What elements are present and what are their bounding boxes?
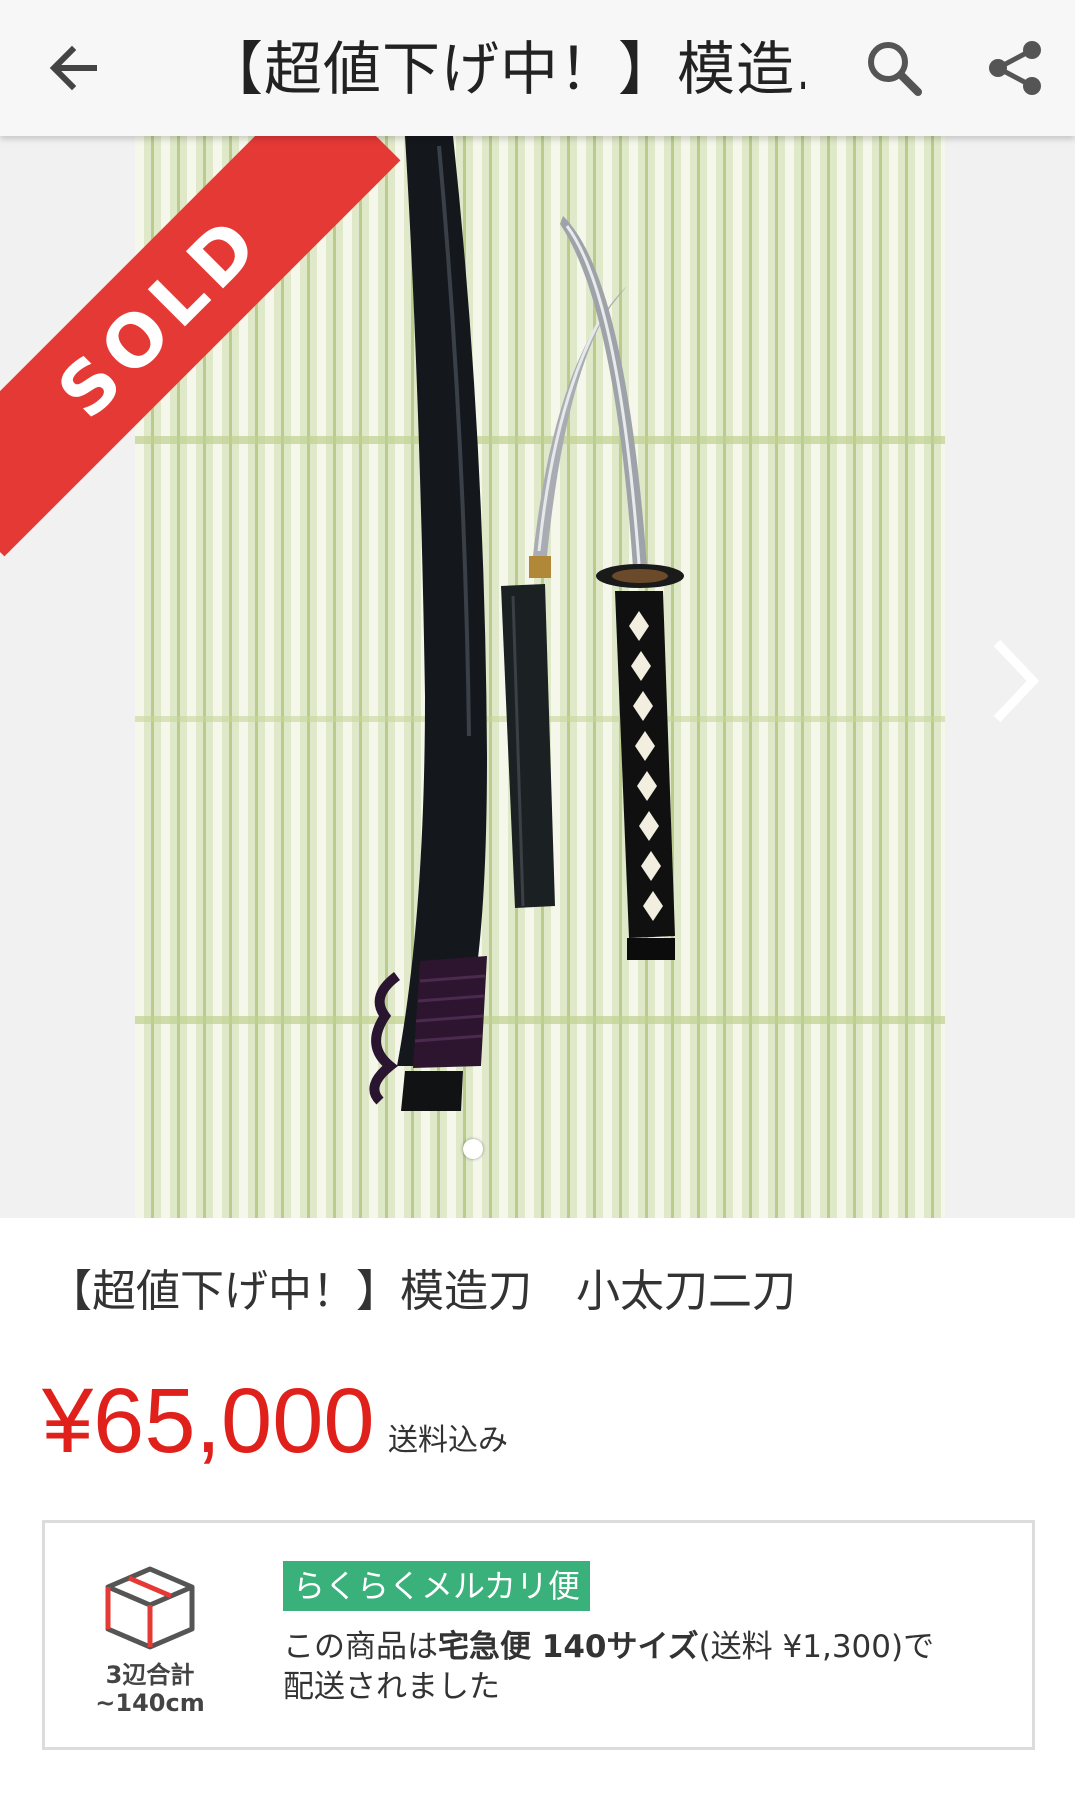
- page-indicator-dot: [463, 1139, 483, 1159]
- shipping-info-card: 3辺合計 ~140cm らくらくメルカリ便 この商品は宅急便 140サイズ(送料…: [42, 1520, 1035, 1750]
- share-icon[interactable]: [980, 32, 1052, 104]
- search-icon[interactable]: [858, 32, 930, 104]
- shipping-desc-prefix: この商品は: [283, 1629, 438, 1665]
- chevron-right-icon[interactable]: [985, 631, 1045, 731]
- image-carousel[interactable]: SOLD: [0, 136, 1075, 1218]
- shipping-desc-line2: 配送されました: [283, 1669, 500, 1705]
- box-size-label: 3辺合計 ~140cm: [85, 1661, 215, 1717]
- arrow-left-icon[interactable]: [42, 36, 106, 100]
- page-title: 【超値下げ中！】模造...: [205, 35, 805, 103]
- shipping-included-label: 送料込み: [388, 1423, 508, 1458]
- shipping-method-badge: らくらくメルカリ便: [283, 1561, 591, 1611]
- shipping-desc-method: 宅急便 140サイズ: [438, 1629, 699, 1665]
- box-size-line1: 3辺合計: [105, 1661, 195, 1689]
- shipping-desc-fee: (送料 ¥1,300)で: [698, 1629, 935, 1665]
- app-bar: 【超値下げ中！】模造...: [0, 0, 1075, 136]
- product-name: 【超値下げ中！】模造刀 小太刀二刀: [48, 1266, 796, 1317]
- shipping-description: この商品は宅急便 140サイズ(送料 ¥1,300)で 配送されました: [283, 1627, 983, 1707]
- box-size-line2: ~140cm: [95, 1689, 205, 1717]
- package-box-icon: [100, 1563, 200, 1653]
- price: ¥65,000: [42, 1370, 375, 1472]
